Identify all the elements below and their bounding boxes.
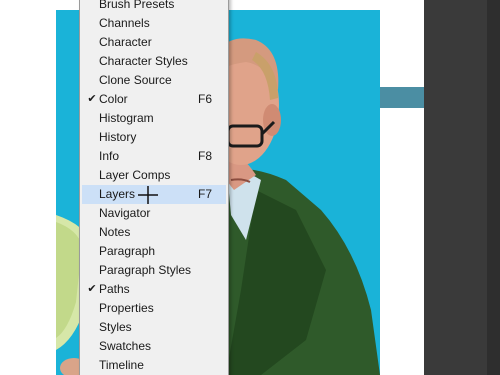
menu-item-label: Timeline: [99, 358, 144, 372]
menu-item-label: Notes: [99, 225, 131, 239]
menu-item-layer-comps[interactable]: Layer Comps: [82, 166, 226, 185]
menu-item-label: Styles: [99, 320, 132, 334]
menu-item-styles[interactable]: Styles: [82, 318, 226, 337]
menu-item-histogram[interactable]: Histogram: [82, 109, 226, 128]
menu-item-history[interactable]: History: [82, 128, 226, 147]
menu-item-label: Character Styles: [99, 54, 188, 68]
menu-item-label: Paragraph Styles: [99, 263, 192, 277]
menu-item-label: Navigator: [99, 206, 151, 220]
canvas-gutter: [0, 0, 56, 375]
menu-item-label: Brush Presets: [99, 0, 175, 11]
menu-item-paragraph-styles[interactable]: Paragraph Styles: [82, 261, 226, 280]
menu-item-label: Layers: [99, 187, 136, 201]
menu-item-character-styles[interactable]: Character Styles: [82, 52, 226, 71]
menu-item-label: Histogram: [99, 111, 154, 125]
menu-item-shortcut: F6: [198, 92, 213, 106]
menu-item-notes[interactable]: Notes: [82, 223, 226, 242]
menu-item-properties[interactable]: Properties: [82, 299, 226, 318]
checkmark-icon: ✔: [87, 283, 97, 295]
menu-item-label: History: [99, 130, 137, 144]
panel-dock-edge: [487, 0, 500, 375]
menu-item-paragraph[interactable]: Paragraph: [82, 242, 226, 261]
menu-item-navigator[interactable]: Navigator: [82, 204, 226, 223]
menu-item-character[interactable]: Character: [82, 33, 226, 52]
menu-item-label: Properties: [99, 301, 154, 315]
menu-item-label: Character: [99, 35, 152, 49]
menu-item-paths[interactable]: ✔ Paths: [82, 280, 226, 299]
menu-item-label: Channels: [99, 16, 150, 30]
menu-item-label: Paths: [99, 282, 130, 296]
menu-item-shortcut: F8: [198, 149, 213, 163]
menu-item-label: Paragraph: [99, 244, 156, 258]
menu-item-label: Swatches: [99, 339, 152, 353]
menu-item-shortcut: F7: [198, 187, 213, 201]
menu-item-label: Clone Source: [99, 73, 172, 87]
menu-item-clone-source[interactable]: Clone Source: [82, 71, 226, 90]
pasteboard-right: [380, 0, 424, 375]
menu-item-info[interactable]: Info F8: [82, 147, 226, 166]
menu-item-timeline[interactable]: Timeline: [82, 356, 226, 375]
photoshop-workspace: Brush Presets Channels Character Charact…: [0, 0, 500, 375]
menu-item-brush-presets[interactable]: Brush Presets: [82, 0, 226, 14]
menu-item-label: Info: [99, 149, 120, 163]
panel-tab-strip[interactable]: [380, 87, 424, 108]
menu-item-label: Color: [99, 92, 128, 106]
window-menu: Brush Presets Channels Character Charact…: [79, 0, 229, 375]
menu-item-color[interactable]: ✔ Color F6: [82, 90, 226, 109]
menu-item-layers[interactable]: Layers F7: [82, 185, 226, 204]
checkmark-icon: ✔: [87, 93, 97, 105]
menu-item-label: Layer Comps: [99, 168, 171, 182]
menu-item-channels[interactable]: Channels: [82, 14, 226, 33]
menu-item-swatches[interactable]: Swatches: [82, 337, 226, 356]
